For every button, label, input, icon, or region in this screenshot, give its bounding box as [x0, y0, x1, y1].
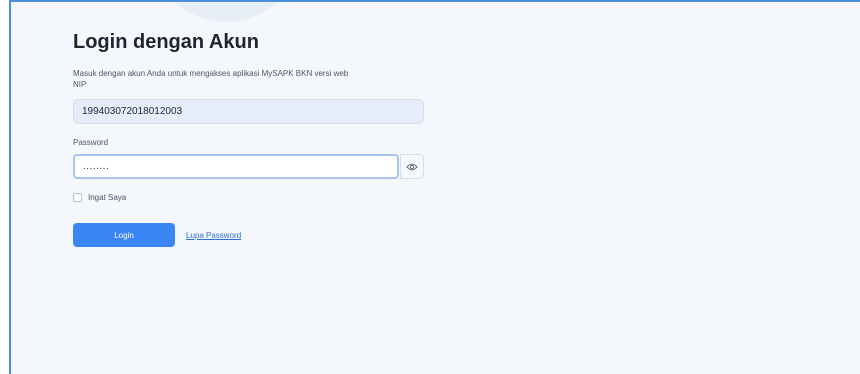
forgot-password-link[interactable]: Lupa Password [186, 231, 241, 240]
page-subtitle: Masuk dengan akun Anda untuk mengakses a… [73, 69, 349, 78]
nip-input[interactable] [73, 99, 424, 124]
remember-me-checkbox[interactable] [73, 193, 82, 202]
login-button[interactable]: Login [73, 223, 175, 247]
login-panel: Login dengan Akun Masuk dengan akun Anda… [9, 0, 860, 374]
page-title: Login dengan Akun [73, 31, 259, 53]
eye-icon [406, 158, 418, 176]
remember-me[interactable]: Ingat Saya [73, 193, 126, 202]
remember-me-label: Ingat Saya [88, 193, 127, 202]
decorative-circle [151, 2, 301, 22]
password-input[interactable] [73, 154, 399, 179]
password-label: Password [73, 138, 109, 147]
toggle-password-visibility-button[interactable] [400, 154, 424, 179]
nip-label: NIP [73, 80, 87, 89]
